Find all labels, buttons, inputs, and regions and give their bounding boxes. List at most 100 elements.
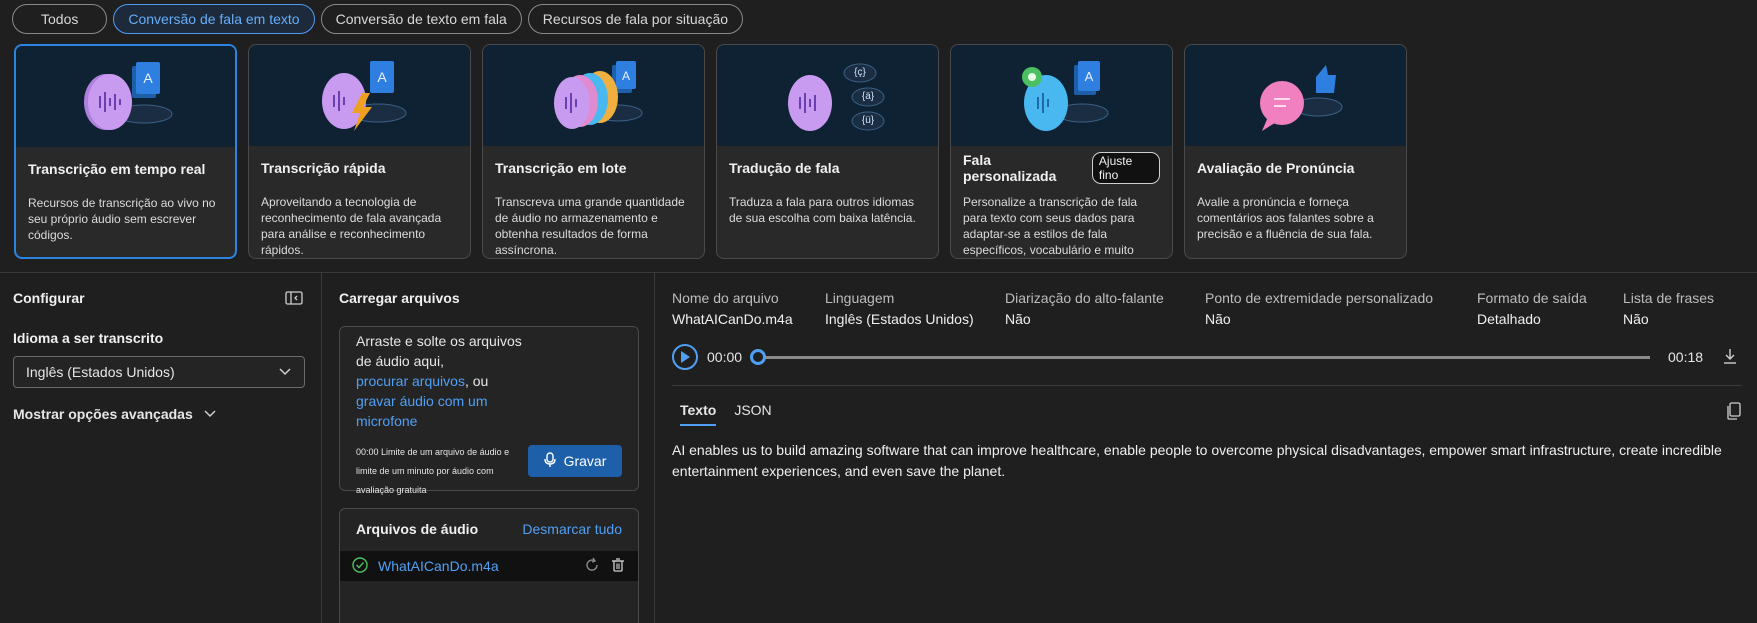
meta-value: Não [1005, 311, 1031, 327]
batch-illustration: A [483, 45, 704, 146]
browse-files-link[interactable]: procurar arquivos [356, 373, 465, 389]
svg-text:{ç}: {ç} [854, 67, 866, 78]
audio-files-title: Arquivos de áudio [356, 521, 479, 537]
copy-icon[interactable] [1726, 402, 1742, 423]
retry-icon[interactable] [584, 557, 600, 576]
panel-divider-left [321, 273, 322, 623]
unselect-all-link[interactable]: Desmarcar tudo [522, 521, 622, 537]
trash-icon[interactable] [610, 557, 626, 576]
svg-text:{ü}: {ü} [861, 115, 874, 126]
svg-text:A: A [621, 69, 629, 83]
check-circle-icon [352, 556, 368, 576]
realtime-illustration: A [16, 46, 235, 147]
card-fast-transcription[interactable]: A Transcrição rápida Aproveitando a tecn… [248, 44, 471, 259]
drop-zone-instructions: Arraste e solte os arquivos de áudio aqu… [356, 333, 522, 369]
meta-value: Não [1623, 311, 1649, 327]
pill-all[interactable]: Todos [12, 4, 108, 34]
meta-custom-endpoint: Ponto de extremidade personalizado Não [1205, 290, 1477, 327]
card-title: Transcrição em tempo real [28, 161, 206, 177]
meta-value: Detalhado [1477, 311, 1541, 327]
meta-diarization: Diarização do alto-falante Não [1005, 290, 1205, 327]
custom-speech-illustration: A [951, 45, 1172, 146]
card-description: Aproveitando a tecnologia de reconhecime… [261, 195, 442, 257]
audio-player: 00:00 00:18 [672, 343, 1742, 371]
record-audio-link[interactable]: gravar áudio com um microfone [356, 393, 488, 429]
language-select-value: Inglês (Estados Unidos) [26, 364, 175, 380]
pill-speech-to-text[interactable]: Conversão de fala em texto [113, 4, 315, 34]
advanced-options-label: Mostrar opções avançadas [13, 406, 193, 422]
advanced-options-toggle[interactable]: Mostrar opções avançadas [13, 406, 217, 422]
or-text: , ou [464, 373, 489, 389]
card-custom-speech[interactable]: A Fala personalizada Ajuste fino Persona… [950, 44, 1173, 259]
chevron-down-icon [278, 364, 292, 380]
play-button[interactable] [672, 344, 698, 370]
result-divider [672, 385, 1742, 386]
translation-illustration: {ç} {ä} {ü} [717, 45, 938, 146]
card-speech-translation[interactable]: {ç} {ä} {ü} Tradução de fala Traduza a f… [716, 44, 939, 259]
configure-panel: Configurar Idioma a ser transcrito Inglê… [13, 290, 305, 422]
pill-scenario-features[interactable]: Recursos de fala por situação [527, 4, 744, 34]
record-button-label: Gravar [563, 453, 607, 469]
upload-panel: Carregar arquivos Arraste e solte os arq… [339, 290, 639, 623]
fine-tune-badge: Ajuste fino [1091, 152, 1160, 184]
pill-text-to-speech[interactable]: Conversão de texto em fala [320, 4, 522, 34]
tab-json[interactable]: JSON [734, 402, 771, 426]
card-pronunciation-assessment[interactable]: Avaliação de Pronúncia Avalie a pronúnci… [1184, 44, 1407, 259]
filter-pills: Todos Conversão de fala em texto Convers… [12, 4, 744, 34]
drop-zone-text: Arraste e solte os arquivos de áudio aqu… [356, 331, 536, 431]
file-name[interactable]: WhatAICanDo.m4a [378, 558, 574, 574]
meta-label: Lista de frases [1623, 290, 1715, 306]
audio-files-panel: Arquivos de áudio Desmarcar tudo WhatAIC… [339, 508, 639, 623]
play-icon [681, 351, 690, 363]
pronunciation-illustration [1185, 45, 1406, 146]
meta-label: Linguagem [825, 290, 895, 306]
result-tabs: Texto JSON [680, 402, 772, 426]
meta-label: Diarização do alto-falante [1005, 290, 1164, 306]
card-title: Transcrição em lote [495, 160, 627, 176]
meta-language: Linguagem Inglês (Estados Unidos) [825, 290, 1005, 327]
app-root: Todos Conversão de fala em texto Convers… [0, 0, 1757, 623]
card-realtime-transcription[interactable]: A Transcrição em tempo real Recursos de … [14, 44, 237, 259]
card-batch-transcription[interactable]: A Transcrição em lote Transcreva uma gra… [482, 44, 705, 259]
list-item[interactable]: WhatAICanDo.m4a [340, 551, 638, 581]
svg-text:{ä}: {ä} [861, 91, 874, 102]
meta-value: WhatAICanDo.m4a [672, 311, 793, 327]
configure-title: Configurar [13, 290, 85, 306]
panel-divider-right [654, 273, 655, 623]
meta-value: Inglês (Estados Unidos) [825, 311, 974, 327]
card-title: Transcrição rápida [261, 160, 386, 176]
tab-text[interactable]: Texto [680, 402, 717, 426]
progress-handle[interactable] [750, 349, 766, 365]
meta-file-name: Nome do arquivo WhatAICanDo.m4a [672, 290, 825, 327]
meta-label: Ponto de extremidade personalizado [1205, 290, 1434, 306]
language-select[interactable]: Inglês (Estados Unidos) [13, 356, 305, 388]
meta-label: Formato de saída [1477, 290, 1587, 306]
progress-track[interactable] [760, 356, 1650, 359]
transcript-text: AI enables us to build amazing software … [672, 442, 1722, 479]
drop-zone[interactable]: Arraste e solte os arquivos de áudio aqu… [339, 326, 639, 495]
record-button[interactable]: Gravar [528, 445, 622, 477]
fast-illustration: A [249, 45, 470, 146]
svg-text:A: A [377, 69, 387, 85]
download-icon[interactable] [1722, 347, 1738, 368]
file-metadata: Nome do arquivo WhatAICanDo.m4a Linguage… [672, 290, 1742, 327]
meta-value: Não [1205, 311, 1231, 327]
current-time: 00:00 [707, 349, 743, 365]
svg-text:A: A [143, 70, 153, 86]
collapse-panel-icon[interactable] [285, 290, 303, 306]
free-tier-limit-text: 00:00 Limite de um arquivo de áudio e li… [356, 447, 510, 495]
meta-phrase-list: Lista de frases Não [1623, 290, 1733, 327]
meta-output-format: Formato de saída Detalhado [1477, 290, 1623, 327]
total-time: 00:18 [1668, 349, 1704, 365]
result-panel: Nome do arquivo WhatAICanDo.m4a Linguage… [672, 290, 1742, 479]
card-description: Recursos de transcrição ao vivo no seu p… [28, 196, 216, 242]
card-description: Traduza a fala para outros idiomas de su… [729, 195, 916, 225]
card-description: Personalize a transcrição de fala para t… [963, 195, 1138, 257]
language-label: Idioma a ser transcrito [13, 330, 164, 346]
card-title: Avaliação de Pronúncia [1197, 160, 1355, 176]
upload-title: Carregar arquivos [339, 290, 460, 306]
card-title: Tradução de fala [729, 160, 840, 176]
meta-label: Nome do arquivo [672, 290, 779, 306]
svg-text:A: A [1084, 69, 1093, 84]
chevron-down-icon [203, 406, 217, 422]
